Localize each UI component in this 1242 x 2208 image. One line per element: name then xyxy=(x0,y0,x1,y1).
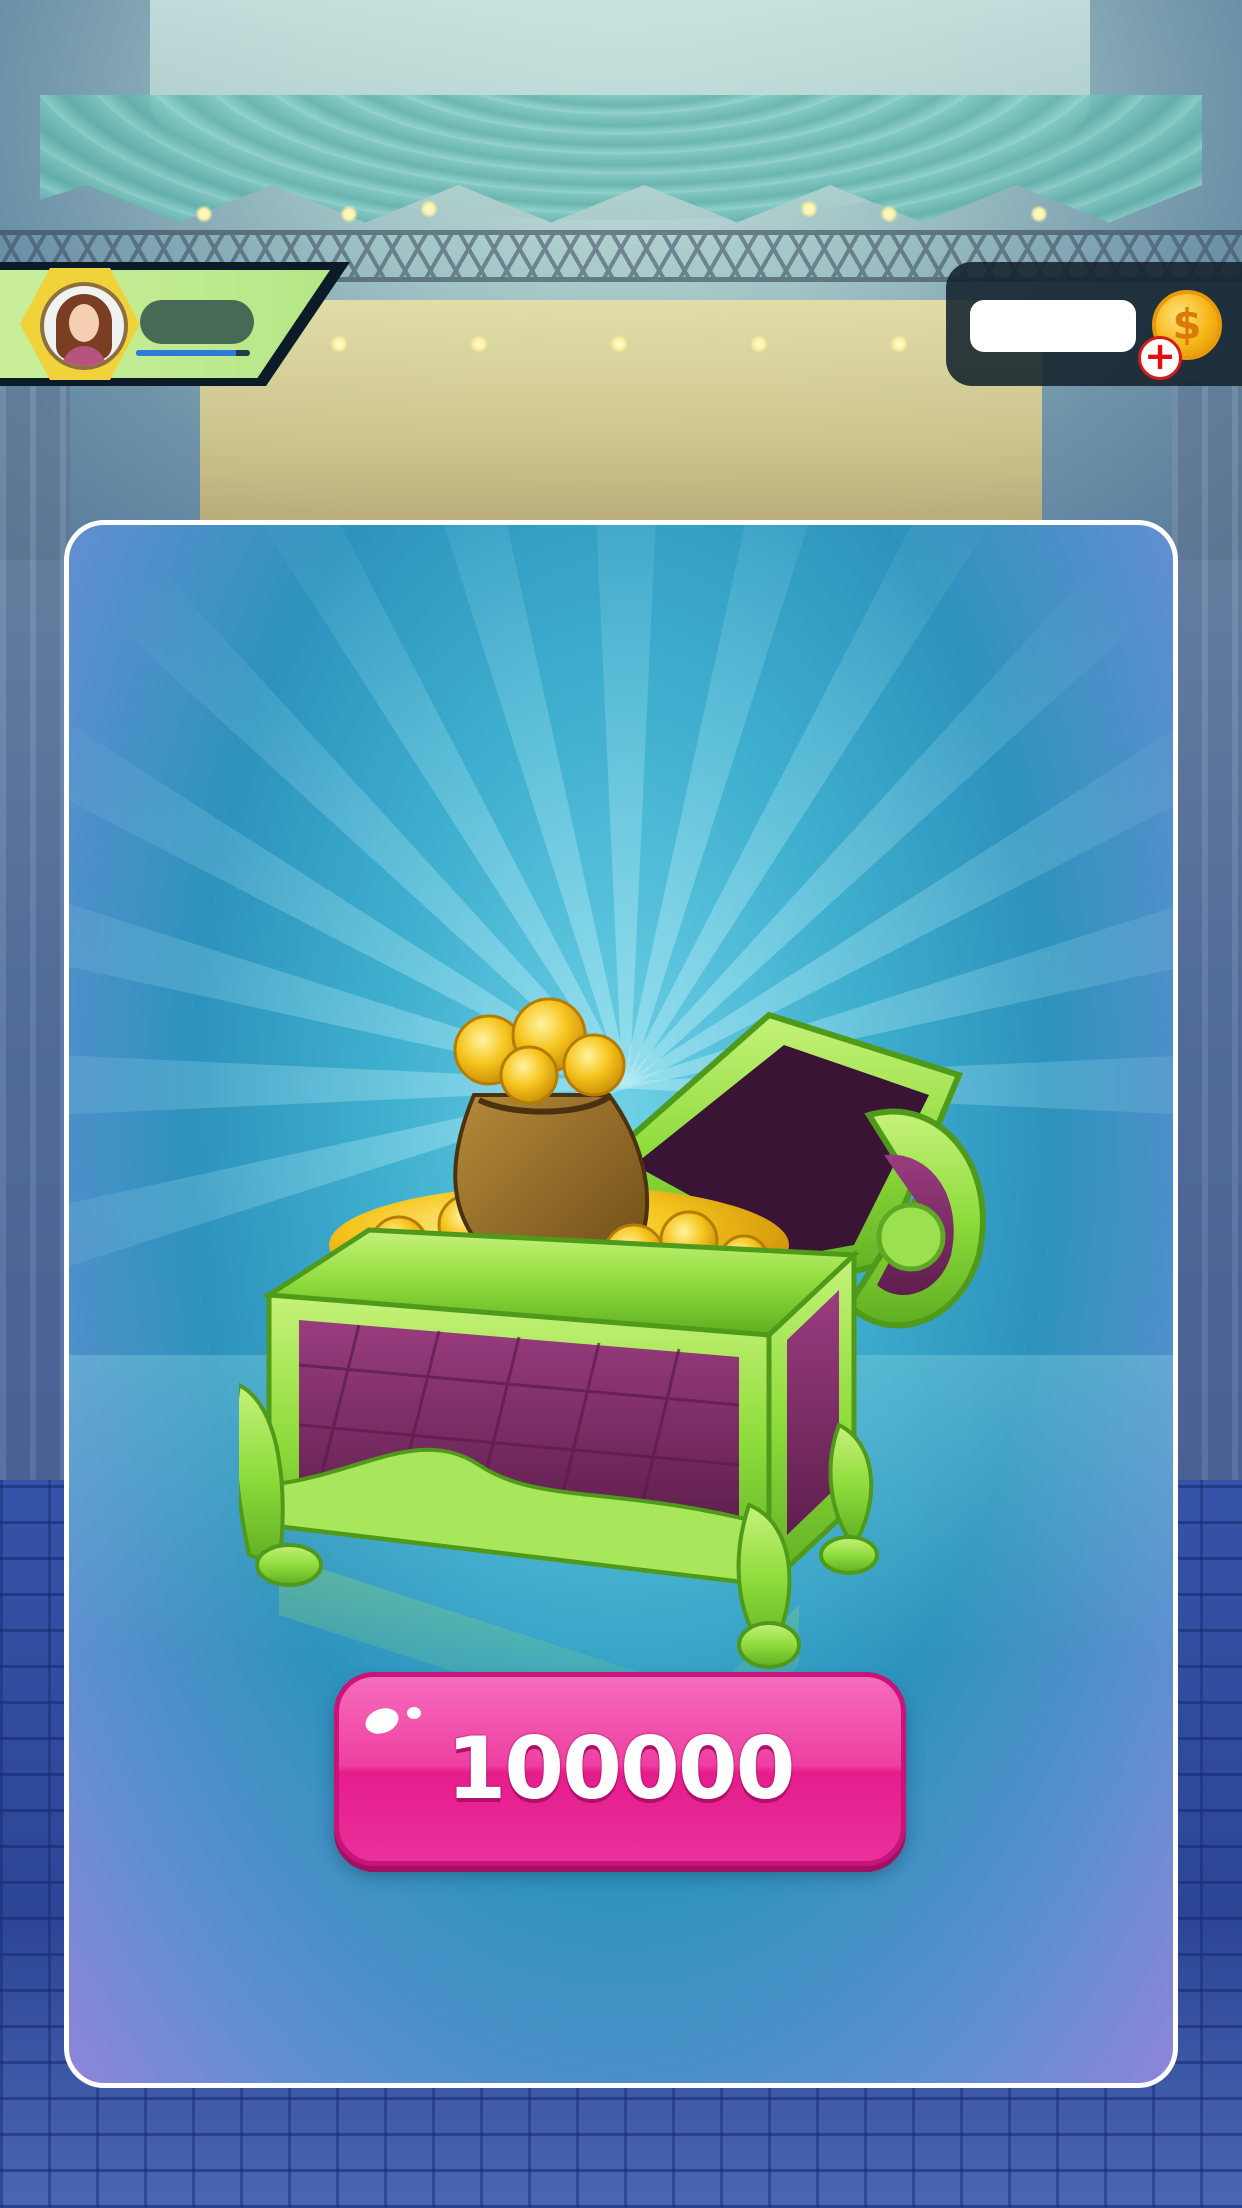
right-scaffold xyxy=(1172,380,1242,1480)
xp-progress-bar xyxy=(136,350,250,356)
button-shine xyxy=(407,1707,421,1719)
add-coins-button[interactable]: + xyxy=(1138,336,1182,380)
left-scaffold xyxy=(0,380,70,1480)
game-screen: $ + 100000 xyxy=(0,0,1242,2208)
stage-light xyxy=(340,205,358,223)
coin-balance-field xyxy=(970,300,1136,352)
stage-light xyxy=(470,335,488,353)
player-name-field xyxy=(140,300,254,344)
buy-price-button[interactable]: 100000 xyxy=(334,1672,906,1866)
button-shine xyxy=(361,1703,403,1739)
stage-light xyxy=(420,200,438,218)
avatar[interactable] xyxy=(40,282,128,370)
stage-light xyxy=(195,205,213,223)
xp-progress-fill xyxy=(136,350,237,356)
treasure-chest-icon xyxy=(239,997,986,1755)
stage-light xyxy=(610,335,628,353)
price-label: 100000 xyxy=(446,1719,795,1819)
avatar-face xyxy=(69,304,99,342)
stage-light xyxy=(880,205,898,223)
stage-light xyxy=(800,200,818,218)
stage-light xyxy=(330,335,348,353)
stage-light xyxy=(1030,205,1048,223)
stage-light xyxy=(890,335,908,353)
stage-light xyxy=(750,335,768,353)
